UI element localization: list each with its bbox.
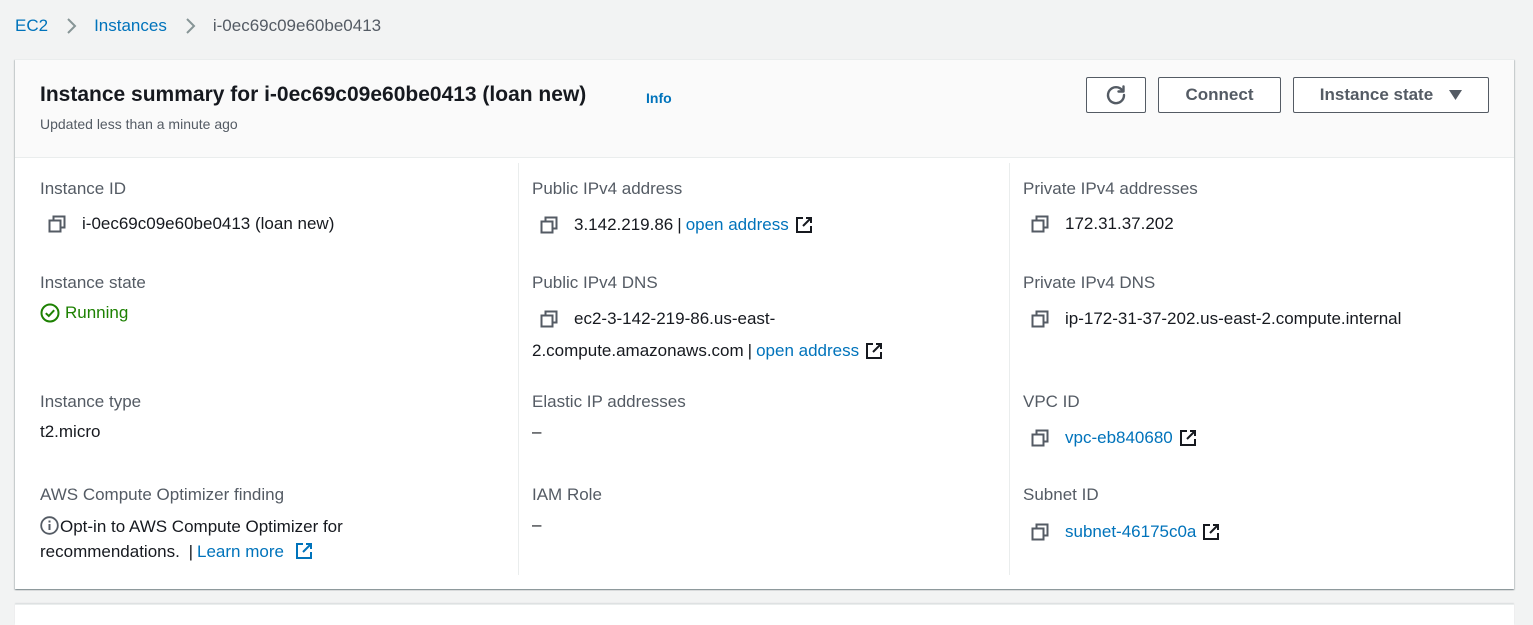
chevron-right-icon (67, 18, 77, 34)
public-ipv4-value: 3.142.219.86 | open address (532, 215, 813, 235)
optimizer-text-line1: Opt-in to AWS Compute Optimizer for (60, 517, 343, 536)
subnet-id-link[interactable]: subnet-46175c0a (1065, 522, 1196, 542)
instance-state-button-label: Instance state (1319, 85, 1434, 104)
vpc-id-value: vpc-eb840680 (1023, 428, 1197, 448)
last-updated-text: Updated less than a minute ago (40, 116, 238, 132)
public-dns-text-line1: ec2-3-142-219-86.us-east- (574, 309, 776, 328)
breadcrumb-current: i-0ec69c09e60be0413 (212, 16, 382, 35)
refresh-button[interactable] (1086, 77, 1146, 113)
public-ipv4-label: Public IPv4 address (532, 179, 683, 198)
public-ipv4-text: 3.142.219.86 (574, 215, 674, 234)
iam-role-label: IAM Role (532, 485, 602, 504)
instance-type-value: t2.micro (40, 422, 101, 441)
copy-icon[interactable] (1031, 429, 1049, 447)
public-dns-value-line2: 2.compute.amazonaws.com | open address (532, 341, 883, 361)
refresh-icon (1106, 85, 1126, 105)
instance-id-text: i-0ec69c09e60be0413 (loan new) (82, 214, 335, 233)
connect-button[interactable]: Connect (1158, 77, 1281, 113)
external-link-icon[interactable] (295, 542, 313, 560)
public-dns-value-line1: ec2-3-142-219-86.us-east- (532, 309, 775, 329)
separator: | (188, 542, 193, 561)
breadcrumb: EC2 Instances i-0ec69c09e60be0413 (15, 15, 381, 37)
elastic-ip-label: Elastic IP addresses (532, 392, 686, 411)
separator: | (747, 341, 753, 360)
separator: | (677, 215, 682, 234)
instance-state-label: Instance state (40, 273, 146, 292)
open-address-link[interactable]: open address (686, 215, 789, 235)
instance-state-dropdown[interactable]: Instance state (1293, 77, 1489, 113)
instance-state-value: Running (40, 303, 128, 323)
private-ipv4-value: 172.31.37.202 (1023, 214, 1174, 234)
private-dns-value: ip-172-31-37-202.us-east-2.compute.inter… (1023, 309, 1401, 329)
private-dns-text: ip-172-31-37-202.us-east-2.compute.inter… (1065, 309, 1402, 328)
copy-icon[interactable] (1031, 215, 1049, 233)
optimizer-label: AWS Compute Optimizer finding (40, 485, 285, 504)
info-circle-icon (40, 516, 59, 535)
instance-summary-panel: Instance summary for i-0ec69c09e60be0413… (15, 59, 1514, 589)
copy-icon[interactable] (1031, 523, 1049, 541)
instance-id-value: i-0ec69c09e60be0413 (loan new) (40, 214, 334, 234)
optimizer-message: Opt-in to AWS Compute Optimizer for reco… (40, 514, 343, 564)
vpc-id-label: VPC ID (1023, 392, 1080, 411)
learn-more-link[interactable]: Learn more (197, 542, 284, 561)
info-link[interactable]: Info (646, 90, 672, 106)
external-link-icon[interactable] (1179, 429, 1197, 447)
elastic-ip-value: – (532, 422, 542, 441)
panel-header: Instance summary for i-0ec69c09e60be0413… (15, 60, 1514, 158)
external-link-icon[interactable] (1202, 523, 1220, 541)
status-running-text: Running (65, 303, 129, 322)
private-dns-label: Private IPv4 DNS (1023, 273, 1156, 292)
caret-down-icon (1449, 90, 1463, 100)
public-dns-text-line2: 2.compute.amazonaws.com (532, 341, 744, 360)
vpc-id-link[interactable]: vpc-eb840680 (1065, 428, 1173, 448)
subnet-id-value: subnet-46175c0a (1023, 522, 1220, 542)
external-link-icon[interactable] (795, 216, 813, 234)
iam-role-value: – (532, 515, 542, 534)
check-circle-icon (40, 303, 60, 323)
external-link-icon[interactable] (865, 342, 883, 360)
instance-type-label: Instance type (40, 392, 142, 411)
breadcrumb-instances-link[interactable]: Instances (94, 16, 167, 36)
subnet-id-label: Subnet ID (1023, 485, 1099, 504)
public-dns-label: Public IPv4 DNS (532, 273, 658, 292)
chevron-right-icon (186, 18, 196, 34)
next-section-panel (15, 604, 1514, 625)
private-ipv4-text: 172.31.37.202 (1065, 214, 1174, 233)
copy-icon[interactable] (48, 215, 66, 233)
column-divider (518, 163, 519, 575)
optimizer-text-line2: recommendations. (40, 542, 180, 561)
copy-icon[interactable] (540, 310, 558, 328)
private-ipv4-label: Private IPv4 addresses (1023, 179, 1198, 198)
instance-id-label: Instance ID (40, 179, 126, 198)
column-divider (1009, 163, 1010, 575)
copy-icon[interactable] (1031, 310, 1049, 328)
open-address-link[interactable]: open address (756, 341, 859, 361)
breadcrumb-ec2-link[interactable]: EC2 (15, 16, 48, 36)
page-title: Instance summary for i-0ec69c09e60be0413… (40, 83, 587, 106)
copy-icon[interactable] (540, 216, 558, 234)
